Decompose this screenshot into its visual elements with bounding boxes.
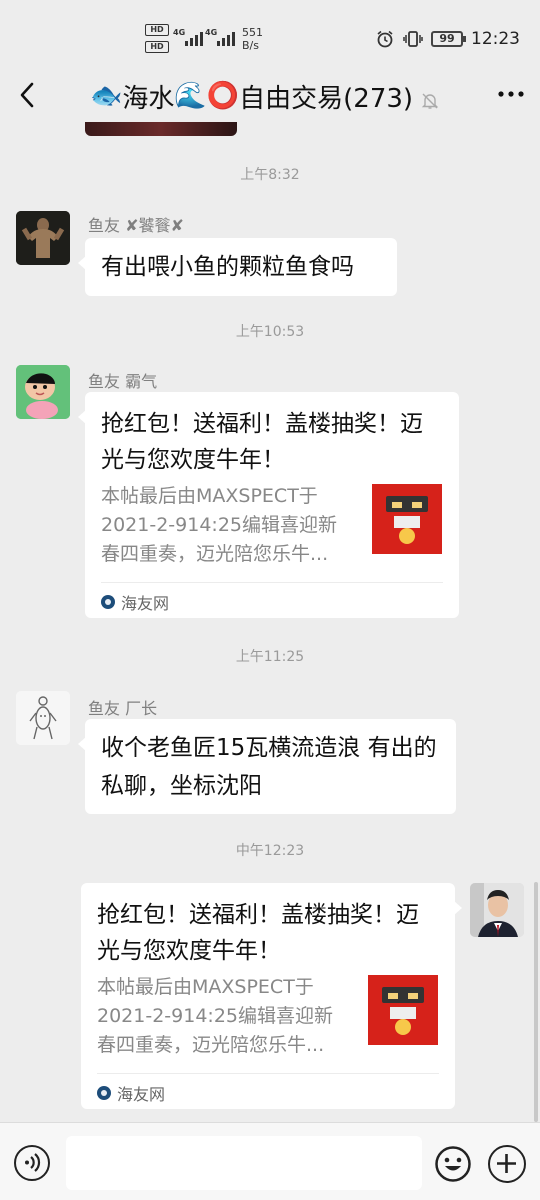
wave-emoji-icon: 🌊 bbox=[174, 81, 207, 111]
card-divider bbox=[97, 1073, 439, 1074]
card-source: 海友网 bbox=[97, 1081, 165, 1105]
card-source-label: 海友网 bbox=[117, 1085, 166, 1104]
signal-icon bbox=[185, 30, 203, 46]
status-bar: HD HD 4G 4G 551 B/s 99 12:23 bbox=[0, 0, 540, 72]
vibrate-icon bbox=[403, 29, 423, 49]
circle-emoji-icon: ⭕ bbox=[206, 81, 240, 111]
card-title: 抢红包！送福利！盖楼抽奖！迈光与您欢度牛年！ bbox=[97, 902, 419, 964]
signal-icon bbox=[217, 30, 235, 46]
card-description: 本帖最后由MAXSPECT于2021-2-914:25编辑喜迎新春四重奏，迈光陪… bbox=[101, 485, 337, 565]
network-indicator: HD HD 4G 4G 551 B/s bbox=[145, 24, 275, 56]
plus-icon[interactable] bbox=[488, 1145, 526, 1183]
more-icon[interactable] bbox=[496, 84, 526, 104]
status-time: 12:23 bbox=[471, 29, 520, 49]
message-time: 上午10:53 bbox=[235, 324, 305, 340]
card-title: 抢红包！送福利！盖楼抽奖！迈光与您欢度牛年！ bbox=[101, 411, 423, 473]
message-input[interactable] bbox=[66, 1136, 422, 1190]
hd-badge: HD bbox=[145, 41, 169, 53]
link-card-message[interactable]: 抢红包！送福利！盖楼抽奖！迈光与您欢度牛年！ 本帖最后由MAXSPECT于202… bbox=[78, 392, 459, 618]
hd-badge: HD bbox=[145, 24, 169, 36]
network-speed: 551 B/s bbox=[242, 26, 263, 52]
source-app-icon bbox=[97, 1086, 111, 1100]
back-arrow-icon[interactable] bbox=[14, 80, 42, 110]
network-type: 4G bbox=[205, 28, 218, 37]
voice-icon[interactable] bbox=[14, 1145, 50, 1181]
chat-title-text: 海水 bbox=[122, 83, 175, 114]
battery-indicator: 99 bbox=[431, 31, 466, 47]
sender-name: 鱼友 厂长 bbox=[88, 699, 158, 718]
message-time: 上午8:32 bbox=[240, 167, 300, 183]
chat-title-text: 自由交易(273) bbox=[239, 83, 414, 114]
text-message-bubble[interactable]: 有出喂小鱼的颗粒鱼食吗 bbox=[78, 238, 397, 296]
sender-name: 鱼友 霸气 bbox=[88, 372, 158, 391]
card-divider bbox=[101, 582, 443, 583]
message-text: 有出喂小鱼的颗粒鱼食吗 bbox=[101, 254, 354, 280]
card-description: 本帖最后由MAXSPECT于2021-2-914:25编辑喜迎新春四重奏，迈光陪… bbox=[97, 976, 333, 1056]
input-bar bbox=[0, 1122, 540, 1200]
sender-name: 鱼友 ✘饕餮✘ bbox=[88, 216, 184, 235]
avatar[interactable] bbox=[16, 211, 70, 265]
avatar[interactable] bbox=[16, 691, 70, 745]
message-time: 中午12:23 bbox=[235, 843, 305, 859]
card-source: 海友网 bbox=[101, 590, 169, 614]
scrollbar[interactable] bbox=[534, 882, 538, 1122]
message-time: 上午11:25 bbox=[235, 649, 305, 665]
avatar[interactable] bbox=[470, 883, 524, 937]
card-thumbnail bbox=[372, 484, 442, 554]
fish-emoji-icon: 🐟 bbox=[90, 81, 123, 111]
link-card-message[interactable]: 抢红包！送福利！盖楼抽奖！迈光与您欢度牛年！ 本帖最后由MAXSPECT于202… bbox=[81, 883, 462, 1109]
network-type: 4G bbox=[173, 28, 186, 37]
message-text: 收个老鱼匠15瓦横流造浪 有出的私聊，坐标沈阳 bbox=[101, 735, 437, 799]
alarm-icon bbox=[375, 29, 395, 49]
source-app-icon bbox=[101, 595, 115, 609]
card-source-label: 海友网 bbox=[121, 594, 170, 613]
chat-title: 🐟 海水 🌊 ⭕ 自由交易(273) bbox=[90, 78, 439, 114]
text-message-bubble[interactable]: 收个老鱼匠15瓦横流造浪 有出的私聊，坐标沈阳 bbox=[78, 719, 456, 814]
avatar[interactable] bbox=[16, 365, 70, 419]
image-message-partial[interactable] bbox=[85, 122, 237, 136]
card-thumbnail bbox=[368, 975, 438, 1045]
chat-header: 🐟 海水 🌊 ⭕ 自由交易(273) bbox=[0, 72, 540, 122]
emoji-icon[interactable] bbox=[434, 1145, 472, 1183]
mute-bell-icon bbox=[421, 87, 439, 109]
